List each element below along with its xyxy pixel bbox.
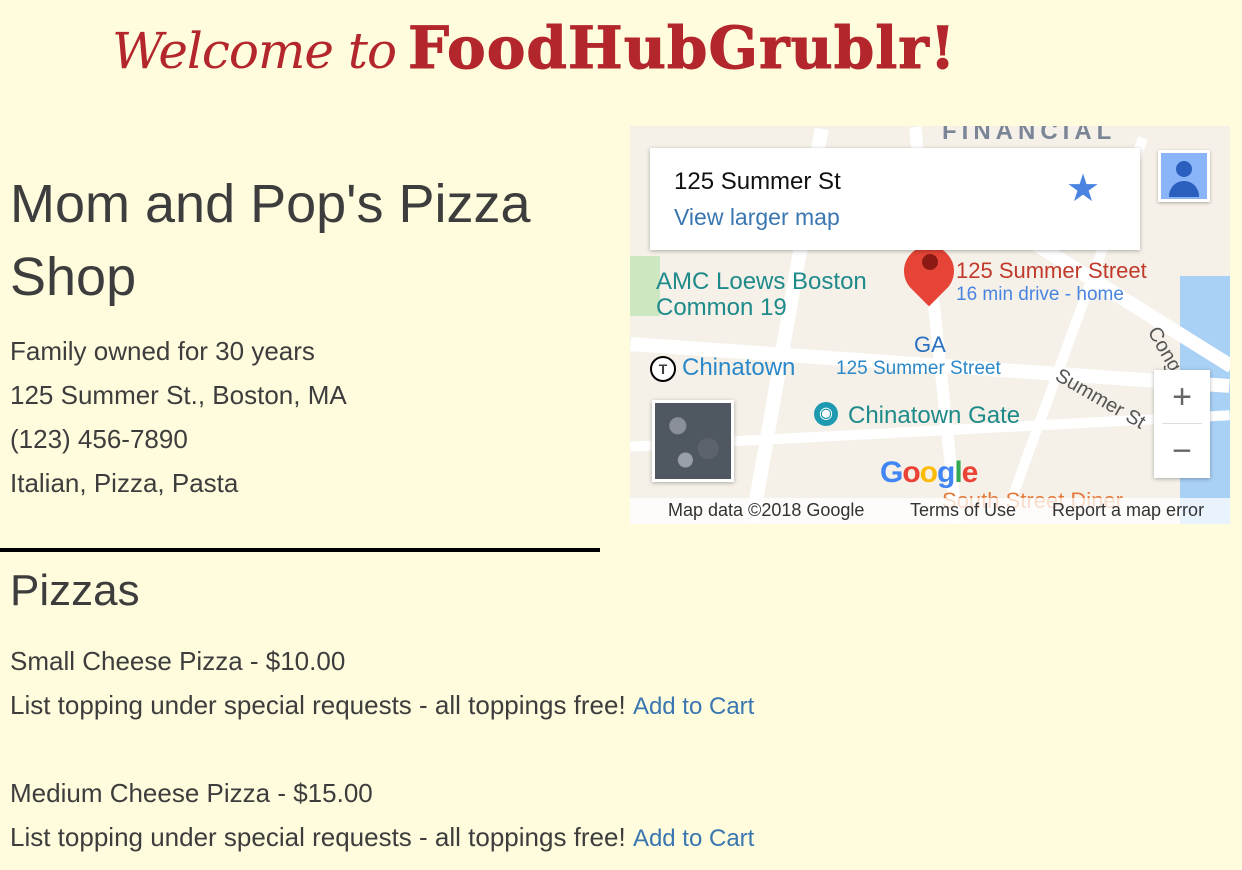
site-header: Welcome to FoodHubGrublr! (0, 0, 1242, 100)
map-label-ga: GA (914, 332, 946, 357)
menu-item-description: List topping under special requests - al… (10, 690, 626, 720)
menu-section-title: Pizzas (10, 566, 140, 615)
satellite-view-toggle[interactable] (652, 400, 734, 482)
map-info-card: 125 Summer St View larger map ★ (650, 148, 1140, 250)
map-footer: Map data ©2018 Google Terms of Use Repor… (630, 498, 1230, 524)
report-map-error-link[interactable]: Report a map error (1052, 500, 1204, 521)
save-star-icon[interactable]: ★ (1066, 166, 1100, 211)
welcome-text: Welcome to (112, 22, 397, 80)
restaurant-tagline: Family owned for 30 years (10, 336, 315, 366)
subway-icon: T (650, 356, 676, 382)
view-larger-map-link[interactable]: View larger map (674, 204, 840, 231)
camera-icon: ◉ (814, 402, 838, 426)
zoom-out-button[interactable]: − (1154, 424, 1210, 478)
zoom-controls: + − (1154, 370, 1210, 478)
map-embed[interactable]: FINANCIAL AMC Loews Boston Common 19 Chi… (630, 126, 1230, 524)
restaurant-phone: (123) 456-7890 (10, 424, 188, 454)
brand-logo: FoodHubGrublr! (407, 14, 957, 83)
menu-item-description-row: List topping under special requests - al… (10, 690, 754, 721)
menu-item-description: List topping under special requests - al… (10, 822, 626, 852)
pegman-icon[interactable] (1158, 150, 1210, 202)
menu-item-description-row: List topping under special requests - al… (10, 822, 754, 853)
terms-of-use-link[interactable]: Terms of Use (910, 500, 1016, 521)
pegman-body (1169, 181, 1199, 197)
pin-subtitle: 16 min drive - home (956, 284, 1124, 305)
map-card-title: 125 Summer St (674, 168, 841, 195)
restaurant-name: Mom and Pop's Pizza Shop (10, 174, 531, 307)
add-to-cart-link[interactable]: Add to Cart (633, 693, 754, 720)
zoom-in-button[interactable]: + (1154, 370, 1210, 424)
add-to-cart-link[interactable]: Add to Cart (633, 825, 754, 852)
pegman-head (1176, 161, 1192, 177)
menu-item-name: Small Cheese Pizza - $10.00 (10, 646, 346, 676)
map-data-text: Map data ©2018 Google (668, 500, 865, 520)
pin-center (922, 254, 938, 270)
map-label-gate[interactable]: Chinatown Gate (848, 402, 1020, 430)
map-label-financial: FINANCIAL (942, 126, 1117, 145)
pin-title: 125 Summer Street (956, 258, 1147, 283)
map-label-amc-line2[interactable]: Common 19 (656, 294, 787, 322)
map-label-street: 125 Summer Street (836, 358, 1001, 379)
section-divider (0, 548, 600, 552)
restaurant-cuisine: Italian, Pizza, Pasta (10, 468, 239, 498)
map-label-chinatown[interactable]: Chinatown (682, 354, 795, 382)
google-logo: Google (880, 456, 978, 489)
restaurant-address: 125 Summer St., Boston, MA (10, 380, 347, 410)
menu-item-name: Medium Cheese Pizza - $15.00 (10, 778, 373, 808)
map-label-amc[interactable]: AMC Loews Boston (656, 268, 867, 296)
